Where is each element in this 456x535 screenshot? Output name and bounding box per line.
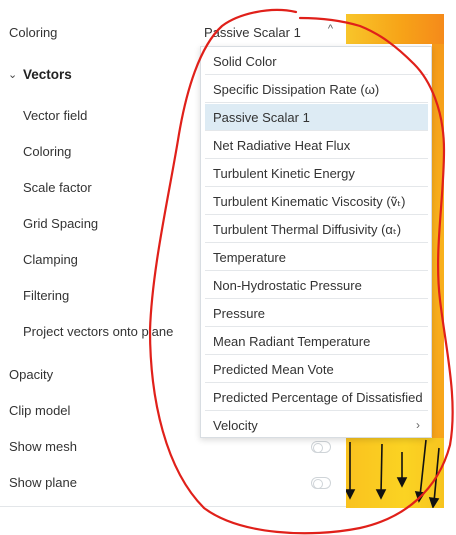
viewport-visualization-strip [432,44,444,438]
velocity-arrows [344,439,440,509]
project-vectors-label: Project vectors onto plane [23,324,174,339]
dropdown-option-velocity[interactable]: Velocity › [205,412,428,439]
vector-coloring-label: Coloring [23,144,72,159]
filtering-label: Filtering [23,288,70,303]
toggle-knob [313,479,323,489]
show-mesh-label: Show mesh [9,439,77,454]
dropdown-option-temperature[interactable]: Temperature [205,244,428,271]
dropdown-option-predicted-percentage-dissatisfied[interactable]: Predicted Percentage of Dissatisfied [205,384,428,411]
dropdown-option-mean-radiant-temperature[interactable]: Mean Radiant Temperature [205,328,428,355]
divider [0,506,346,507]
clip-model-label: Clip model [9,403,71,418]
dropdown-option-predicted-mean-vote[interactable]: Predicted Mean Vote [205,356,428,383]
dropdown-option-pressure[interactable]: Pressure [205,300,428,327]
show-mesh-toggle[interactable] [311,441,331,453]
viewport-visualization-top [346,14,444,44]
chevron-up-icon: ^ [327,23,333,35]
coloring-label: Coloring [9,25,58,40]
velocity-option-label: Velocity [213,418,258,433]
grid-spacing-label: Grid Spacing [23,216,99,231]
dropdown-option-solid-color[interactable]: Solid Color [205,48,428,75]
dropdown-option-turbulent-thermal-diffusivity[interactable]: Turbulent Thermal Diffusivity (αₜ) [205,216,428,243]
vectors-section-header[interactable]: ⌄ Vectors [6,66,106,84]
coloring-dropdown-menu: Solid Color Specific Dissipation Rate (ω… [200,46,432,438]
toggle-knob [313,443,323,453]
show-plane-toggle[interactable] [311,477,331,489]
coloring-select-value: Passive Scalar 1 [204,25,301,40]
chevron-down-icon: ⌄ [8,69,18,81]
opacity-label: Opacity [9,367,54,382]
dropdown-option-passive-scalar-1[interactable]: Passive Scalar 1 [205,104,428,131]
dropdown-option-specific-dissipation-rate[interactable]: Specific Dissipation Rate (ω) [205,76,428,103]
dropdown-option-turbulent-kinetic-energy[interactable]: Turbulent Kinetic Energy [205,160,428,187]
viewport-visualization-bottom [344,438,444,509]
coloring-select[interactable]: Passive Scalar 1 ^ [201,20,341,46]
vector-field-label: Vector field [23,108,88,123]
vectors-title: Vectors [23,67,72,82]
dropdown-option-non-hydrostatic-pressure[interactable]: Non-Hydrostatic Pressure [205,272,428,299]
show-plane-label: Show plane [9,475,77,490]
chevron-right-icon: › [416,418,420,432]
scale-factor-label: Scale factor [23,180,92,195]
dropdown-option-turbulent-kinematic-viscosity[interactable]: Turbulent Kinematic Viscosity (ṽₜ) [205,188,428,215]
clamping-label: Clamping [23,252,78,267]
dropdown-option-net-radiative-heat-flux[interactable]: Net Radiative Heat Flux [205,132,428,159]
